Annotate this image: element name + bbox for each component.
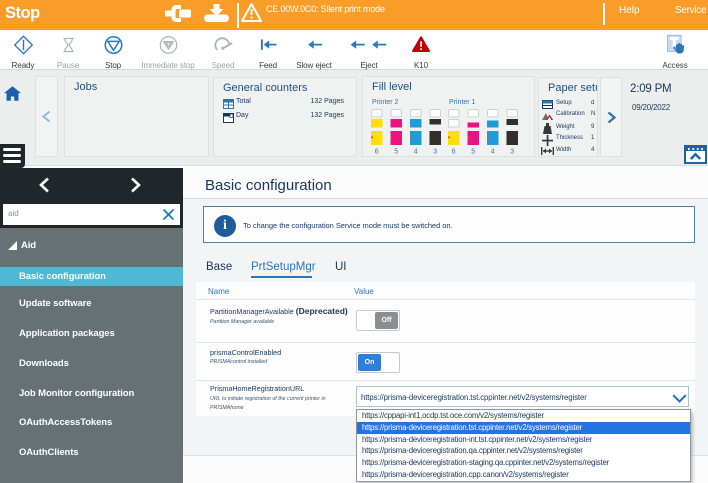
svg-text:6: 6 xyxy=(375,149,379,156)
svg-text:5: 5 xyxy=(394,149,398,156)
svg-text:5: 5 xyxy=(471,149,475,156)
svg-text:4: 4 xyxy=(414,149,418,156)
svg-text:3: 3 xyxy=(510,149,514,156)
svg-text:3: 3 xyxy=(433,149,437,156)
svg-text:6: 6 xyxy=(452,149,456,156)
svg-text:4: 4 xyxy=(491,149,495,156)
